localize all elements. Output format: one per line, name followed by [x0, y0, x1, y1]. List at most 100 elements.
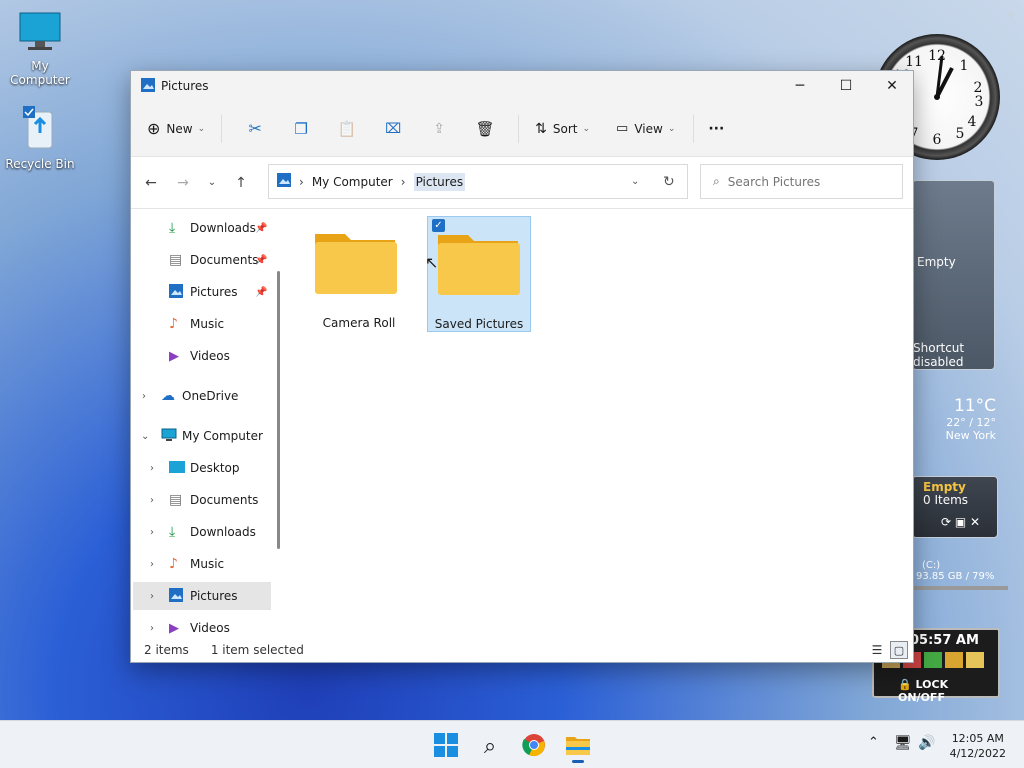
mouse-cursor-icon: ↖ — [425, 253, 439, 272]
scissors-icon: ✂ — [248, 119, 262, 138]
svg-text:12: 12 — [928, 48, 946, 64]
list-icon: ☰ — [871, 643, 883, 657]
minimize-button[interactable]: ─ — [777, 71, 823, 101]
up-button[interactable]: ↑ — [225, 168, 257, 198]
lock-toggle-label: 🔒 LOCK ON/OFF — [898, 678, 949, 704]
pin-icon: 📌 — [255, 254, 268, 266]
volume-icon[interactable]: 🔊 — [918, 735, 935, 751]
bin-actions-icon: ⟳ ▣ ✕ — [941, 515, 981, 529]
pictures-icon — [141, 77, 155, 95]
pictures-icon — [169, 283, 183, 301]
chevron-right-icon[interactable]: › — [150, 623, 154, 634]
download-icon: ⤓ — [169, 220, 176, 236]
sidebar-item-label: My Computer — [182, 429, 263, 443]
recent-locations-button[interactable]: ⌄ — [199, 168, 225, 198]
maximize-button[interactable]: ☐ — [823, 71, 869, 101]
network-icon[interactable]: 🖥 — [894, 735, 912, 751]
paste-button[interactable]: 📋 — [324, 113, 370, 145]
gadget-text: Empty — [917, 255, 956, 269]
svg-text:11: 11 — [905, 54, 923, 70]
copy-button[interactable]: ❐ — [278, 113, 324, 145]
folder-icon — [313, 224, 399, 299]
sidebar-item-label: Music — [190, 557, 225, 571]
chrome-button[interactable] — [514, 729, 554, 763]
svg-text:5: 5 — [956, 126, 965, 142]
refresh-button[interactable]: ↻ — [663, 174, 675, 190]
search-icon: ⌕ — [713, 174, 720, 188]
taskbar-date: 4/12/2022 — [949, 747, 1006, 760]
sidebar-item-pictures-selected[interactable]: › Pictures — [133, 582, 271, 610]
pin-icon: 📌 — [255, 222, 268, 234]
download-icon: ⤓ — [169, 524, 176, 540]
svg-text:6: 6 — [933, 132, 942, 148]
file-explorer-button[interactable] — [558, 729, 598, 763]
address-bar[interactable]: › My Computer › Pictures ⌄ ↻ — [268, 164, 688, 199]
drive-gadget: (C:) 93.85 GB / 79% — [912, 560, 1008, 600]
new-button[interactable]: ⊕ New ⌄ — [147, 113, 205, 145]
taskbar-search-button[interactable]: ⌕ — [470, 729, 510, 763]
cut-button[interactable]: ✂ — [232, 113, 278, 145]
share-button[interactable]: ⇪ — [416, 113, 462, 145]
chevron-right-icon[interactable]: › — [150, 527, 154, 538]
search-box[interactable]: ⌕ — [700, 164, 903, 199]
navigation-pane: ⤓ Downloads 📌 ▤ Documents 📌 Pictures 📌 ♪… — [131, 211, 281, 639]
sidebar-item-label: Documents — [190, 493, 259, 507]
selection-count: 1 item selected — [210, 643, 304, 657]
sidebar-item-label: Pictures — [190, 589, 238, 603]
title-bar[interactable]: Pictures ─ ☐ ✕ — [131, 71, 913, 101]
taskbar: ⌕ ⌃ 🖥 🔊 12:05 AM 4/12/2022 — [0, 720, 1024, 768]
desktop-icon-label: My Computer — [10, 59, 70, 87]
chevron-down-icon[interactable]: ⌄ — [141, 431, 149, 442]
view-button[interactable]: ▭ View ⌄ — [616, 113, 675, 145]
search-input[interactable] — [727, 174, 878, 189]
recycle-status-gadget: Empty Shortcut disabled — [912, 180, 995, 370]
sidebar-item-label: Videos — [190, 349, 230, 363]
forward-button[interactable]: → — [167, 168, 199, 198]
desktop-icon-my-computer[interactable]: My Computer — [0, 10, 80, 87]
delete-button[interactable]: 🗑 — [462, 113, 508, 145]
chevron-right-icon[interactable]: › — [150, 463, 154, 474]
rename-button[interactable]: ⌧ — [370, 113, 416, 145]
item-count: 2 items — [144, 643, 189, 657]
weather-city: New York — [945, 429, 996, 442]
more-options-button[interactable]: ··· — [708, 113, 724, 145]
toolbar-divider — [221, 114, 223, 143]
toolbar-divider — [518, 114, 520, 143]
bin-status: Empty — [923, 480, 966, 494]
taskbar-clock[interactable]: 12:05 AM 4/12/2022 — [950, 731, 1006, 761]
sidebar-item-label: OneDrive — [182, 389, 239, 403]
chevron-right-icon[interactable]: › — [150, 495, 154, 506]
chevron-right-icon[interactable]: › — [150, 559, 154, 570]
start-button[interactable] — [426, 729, 466, 763]
close-button[interactable]: ✕ — [869, 71, 915, 101]
trash-icon: 🗑 — [475, 119, 495, 138]
show-hidden-icons-button[interactable]: ⌃ — [868, 735, 879, 750]
file-explorer-window: Pictures ─ ☐ ✕ ⊕ New ⌄ ✂ ❐ 📋 ⌧ ⇪ 🗑 ⇅ Sor… — [130, 70, 914, 663]
sidebar-scrollbar[interactable] — [277, 271, 280, 549]
start-icon — [434, 732, 458, 760]
details-view-button[interactable]: ☰ — [868, 641, 886, 659]
svg-text:1: 1 — [960, 58, 969, 74]
status-bar: 2 items 1 item selected ☰ ▢ — [131, 638, 913, 662]
breadcrumb-pictures[interactable]: Pictures — [413, 172, 466, 191]
folder-icon — [436, 225, 522, 300]
chevron-right-icon[interactable]: › — [150, 591, 154, 602]
bin-count: 0 Items — [923, 493, 969, 507]
search-icon: ⌕ — [483, 733, 497, 759]
folder-item[interactable]: Camera Roll — [307, 216, 411, 332]
large-icons-view-button[interactable]: ▢ — [890, 641, 908, 659]
folder-item-selected[interactable]: ✓ Saved Pictures — [427, 216, 531, 332]
back-button[interactable]: ← — [135, 168, 167, 198]
breadcrumb-separator: › — [299, 174, 304, 189]
address-history-dropdown[interactable]: ⌄ — [631, 176, 639, 187]
chevron-right-icon[interactable]: › — [142, 391, 146, 402]
copy-icon: ❐ — [294, 119, 308, 138]
view-icon: ▭ — [616, 121, 629, 136]
sort-button[interactable]: ⇅ Sort ⌄ — [535, 113, 590, 145]
window-title: Pictures — [161, 79, 209, 93]
drive-usage: 93.85 GB / 79% — [916, 571, 995, 582]
desktop-icon-recycle-bin[interactable]: Recycle Bin — [0, 106, 80, 171]
gadget-sidebar-controls[interactable]: ◁ ▷ ✚ — [948, 8, 1024, 22]
breadcrumb-my-computer[interactable]: My Computer — [312, 175, 393, 189]
folder-label: Saved Pictures — [434, 317, 524, 331]
